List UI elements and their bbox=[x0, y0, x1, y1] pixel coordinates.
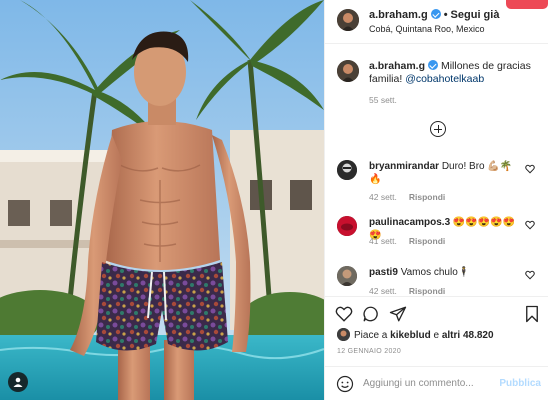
comment-meta: 42 sett. Rispondi bbox=[369, 286, 457, 296]
reply-button[interactable]: Rispondi bbox=[409, 236, 445, 246]
heart-icon[interactable] bbox=[525, 164, 535, 174]
post-date[interactable]: 12 GENNAIO 2020 bbox=[337, 348, 401, 355]
comment-icon[interactable] bbox=[362, 305, 380, 323]
commenter-avatar[interactable] bbox=[337, 266, 357, 286]
reply-button[interactable]: Rispondi bbox=[409, 286, 445, 296]
caption-text-block: a.braham.g Millones de gracias familia! … bbox=[369, 60, 539, 86]
publish-button[interactable]: Pubblica bbox=[499, 378, 541, 389]
heart-icon[interactable] bbox=[525, 220, 535, 230]
likes-prefix: Piace a bbox=[354, 330, 388, 341]
comment-meta: 42 sett. Rispondi bbox=[369, 192, 457, 202]
user-tag-icon bbox=[13, 377, 23, 387]
commenter-username[interactable]: bryanmirandar bbox=[369, 161, 439, 172]
comment-time[interactable]: 41 sett. bbox=[369, 236, 397, 246]
post-action-bar bbox=[325, 296, 548, 330]
likes-count-button[interactable]: altri 48.820 bbox=[442, 330, 494, 341]
commenter-avatar[interactable] bbox=[337, 216, 357, 236]
liker-username[interactable]: kikeblud bbox=[390, 330, 431, 341]
author-avatar[interactable] bbox=[337, 9, 359, 31]
likes-summary: Piace a kikeblud e altri 48.820 bbox=[337, 328, 494, 341]
liker-avatar[interactable] bbox=[337, 328, 350, 341]
comment-item: bryanmirandar Duro! Bro 💪🏼🌴🔥 42 sett. Ris… bbox=[325, 158, 548, 206]
caption-avatar[interactable] bbox=[337, 60, 359, 82]
comments-list[interactable]: bryanmirandar Duro! Bro 💪🏼🌴🔥 42 sett. Ris… bbox=[325, 150, 548, 296]
comment-text-block: bryanmirandar Duro! Bro 💪🏼🌴🔥 bbox=[369, 160, 519, 186]
post-header: a.braham.g • Segui già Cobá, Quintana Roo,… bbox=[325, 0, 548, 44]
post-side-panel: a.braham.g • Segui già Cobá, Quintana Roo,… bbox=[324, 0, 548, 400]
caption-mention[interactable]: @cobahotelkaab bbox=[405, 73, 484, 85]
reply-button[interactable]: Rispondi bbox=[409, 192, 445, 202]
add-comment-bar: Aggiungi un commento... Pubblica bbox=[325, 366, 548, 400]
post-photo[interactable] bbox=[0, 0, 324, 400]
comment-meta: 41 sett. Rispondi bbox=[369, 236, 457, 246]
comment-time[interactable]: 42 sett. bbox=[369, 192, 397, 202]
post-location[interactable]: Cobá, Quintana Roo, Mexico bbox=[369, 24, 485, 34]
bookmark-icon[interactable] bbox=[524, 305, 540, 323]
tag-button[interactable] bbox=[8, 372, 28, 392]
follow-button[interactable]: Segui già bbox=[451, 9, 500, 21]
comment-text: Vamos chulo🕴 bbox=[400, 267, 471, 278]
comment-input[interactable]: Aggiungi un commento... bbox=[363, 378, 474, 389]
caption-time[interactable]: 55 sett. bbox=[369, 95, 397, 105]
heart-icon[interactable] bbox=[525, 270, 535, 280]
author-username[interactable]: a.braham.g bbox=[369, 9, 428, 21]
caption-username[interactable]: a.braham.g bbox=[369, 60, 425, 72]
comment-item: paulinacampos.3 😍😍😍😍😍😍 41 sett. Rispondi bbox=[325, 214, 548, 262]
commenter-avatar[interactable] bbox=[337, 160, 357, 180]
smiley-icon[interactable] bbox=[336, 375, 354, 393]
paper-plane-icon[interactable] bbox=[389, 305, 407, 323]
commenter-username[interactable]: pasti9 bbox=[369, 267, 398, 278]
comment-text-block: pasti9 Vamos chulo🕴 bbox=[369, 266, 519, 279]
comment-item: pasti9 Vamos chulo🕴 42 sett. Rispondi bbox=[325, 264, 548, 296]
verified-badge-icon bbox=[428, 60, 439, 70]
separator-dot: • bbox=[443, 9, 448, 21]
heart-icon[interactable] bbox=[335, 305, 353, 323]
comment-time[interactable]: 42 sett. bbox=[369, 286, 397, 296]
commenter-username[interactable]: paulinacampos.3 bbox=[369, 217, 450, 228]
likes-mid: e bbox=[433, 330, 440, 341]
plus-circle-icon[interactable] bbox=[430, 121, 446, 137]
verified-badge-icon bbox=[430, 9, 441, 19]
